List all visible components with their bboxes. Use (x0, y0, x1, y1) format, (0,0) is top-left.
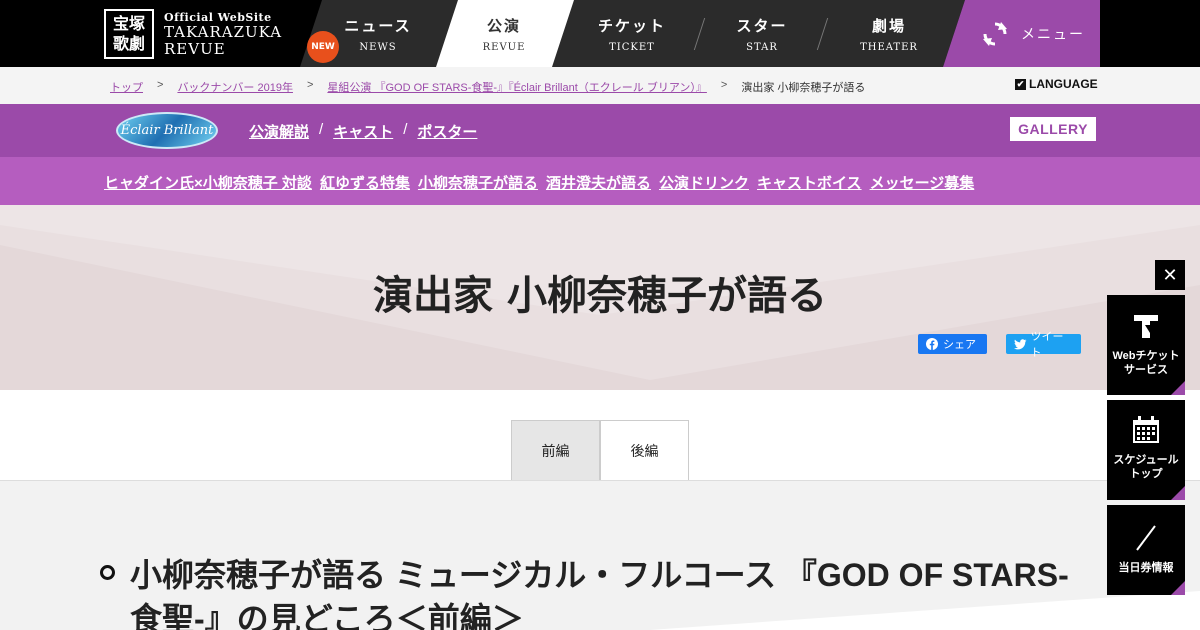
nav-news-en: NEWS (359, 41, 397, 53)
page-title: 演出家 小柳奈穂子が語る (373, 273, 827, 319)
bullet-icon (100, 565, 115, 580)
article-tabs: 前編 後編 (0, 390, 1200, 481)
twitter-share-button[interactable]: ツイート (1006, 331, 1081, 359)
logo-seal: 宝塚 歌劇 (104, 9, 154, 59)
feature-link[interactable]: ヒャダイン氏×小柳奈穂子 対談 (104, 172, 312, 193)
breadcrumb-separator: > (306, 79, 314, 91)
check-icon: ✔ (1015, 78, 1026, 90)
tab-part1[interactable]: 前編 (511, 420, 600, 480)
feature-link[interactable]: 酒井澄夫が語る (546, 172, 651, 193)
logo-seal-line2: 歌劇 (112, 34, 145, 53)
breadcrumb-backnumber[interactable]: バックナンバー 2019年 (177, 79, 293, 95)
refresh-icon (983, 21, 1007, 46)
logo-subtitle: Official WebSite (164, 10, 272, 24)
breadcrumb: トップ > バックナンバー 2019年 > 星組公演 『GOD OF STARS… (0, 67, 1200, 104)
language-label: LANGUAGE (1029, 77, 1098, 91)
nav-item-star[interactable]: スター STAR (714, 0, 810, 67)
breadcrumb-show[interactable]: 星組公演 『GOD OF STARS-食聖-』『Éclair Brillant（… (327, 79, 706, 95)
logo-title: TAKARAZUKA (164, 22, 283, 41)
subnav-link-cast[interactable]: キャスト (333, 121, 393, 142)
article-body: 小柳奈穂子が語る ミュージカル・フルコース 『GOD OF STARS-食聖-』… (0, 481, 1200, 630)
facebook-share-button[interactable]: シェア (918, 334, 987, 354)
subnav-slash: / (319, 121, 324, 138)
close-icon: ✕ (1162, 264, 1178, 286)
facebook-icon (926, 338, 938, 350)
same-day-ticket-button[interactable]: 当日券情報 (1107, 505, 1185, 595)
calendar-icon (1133, 416, 1159, 443)
feature-links-bar: ヒャダイン氏×小柳奈穂子 対談 紅ゆずる特集 小柳奈穂子が語る 酒井澄夫が語る … (0, 157, 1200, 205)
show-logo[interactable]: Éclair Brillant (116, 112, 218, 149)
schedule-line1: スケジュール (1113, 454, 1179, 466)
corner-accent (1171, 581, 1185, 595)
twitter-share-label: ツイート (1030, 331, 1064, 359)
menu-label: メニュー (1021, 26, 1085, 43)
nav-item-theater[interactable]: 劇場 THEATER (841, 0, 937, 67)
nav-theater-en: THEATER (860, 41, 918, 53)
breadcrumb-top[interactable]: トップ (110, 79, 143, 95)
nav-theater-label: 劇場 (871, 16, 906, 35)
article-heading: 小柳奈穂子が語る ミュージカル・フルコース 『GOD OF STARS-食聖-』… (130, 557, 1069, 630)
web-ticket-line2: サービス (1124, 364, 1168, 376)
page-hero: 演出家 小柳奈穂子が語る シェア ツイート (0, 205, 1200, 390)
facebook-share-label: シェア (943, 339, 976, 351)
language-button[interactable]: ✔ LANGUAGE (1015, 77, 1098, 91)
corner-accent (1171, 486, 1185, 500)
subnav-link-poster[interactable]: ポスター (417, 121, 477, 142)
show-subnav-links: 公演解説 / キャスト / ポスター (249, 121, 477, 142)
ticket-logo-icon (1134, 315, 1158, 338)
nav-revue-en: REVUE (482, 41, 526, 53)
nav-ticket-en: TICKET (609, 41, 655, 53)
show-logo-text: Éclair Brillant (120, 123, 214, 138)
web-ticket-button[interactable]: Webチケット サービス (1107, 295, 1185, 395)
nav-ticket-label: チケット (597, 16, 666, 35)
feature-link[interactable]: メッセージ募集 (870, 172, 975, 193)
close-side-menu-button[interactable]: ✕ (1155, 260, 1185, 290)
same-day-ticket-label: 当日券情報 (1118, 562, 1174, 574)
schedule-top-button[interactable]: スケジュール トップ (1107, 400, 1185, 500)
subnav-slash: / (403, 121, 408, 138)
nav-item-news[interactable]: ニュース NEWS (330, 0, 426, 67)
nav-star-label: スター (736, 16, 788, 35)
tab-part2[interactable]: 後編 (600, 420, 689, 480)
breadcrumb-separator: > (157, 79, 164, 91)
web-ticket-line1: Webチケット (1112, 350, 1180, 362)
subnav-link-synopsis[interactable]: 公演解説 (249, 121, 309, 142)
site-logo[interactable]: 宝塚 歌劇 Official WebSite TAKARAZUKA REVUE (104, 9, 282, 59)
nav-revue-label: 公演 (486, 16, 521, 35)
schedule-line2: トップ (1129, 468, 1163, 480)
breadcrumb-current: 演出家 小柳奈穂子が語る (741, 82, 866, 94)
slash-icon (1136, 525, 1156, 551)
new-badge: NEW (307, 31, 339, 63)
gallery-button[interactable]: GALLERY (1010, 117, 1096, 141)
logo-seal-line1: 宝塚 (112, 14, 145, 33)
nav-news-label: ニュース (344, 16, 412, 35)
feature-link[interactable]: 紅ゆずる特集 (320, 172, 410, 193)
menu-button[interactable]: メニュー (943, 0, 1100, 67)
feature-link[interactable]: キャストボイス (757, 172, 862, 193)
twitter-icon (1014, 338, 1027, 349)
nav-star-en: STAR (746, 41, 778, 53)
feature-link[interactable]: 小柳奈穂子が語る (418, 172, 538, 193)
nav-item-revue[interactable]: 公演 REVUE (456, 0, 552, 67)
breadcrumb-separator: > (720, 79, 728, 91)
logo-text: Official WebSite TAKARAZUKA REVUE (164, 11, 282, 58)
corner-accent (1171, 381, 1185, 395)
nav-item-ticket[interactable]: チケット TICKET (584, 0, 680, 67)
logo-title-2: REVUE (164, 39, 226, 58)
feature-link[interactable]: 公演ドリンク (659, 172, 749, 193)
